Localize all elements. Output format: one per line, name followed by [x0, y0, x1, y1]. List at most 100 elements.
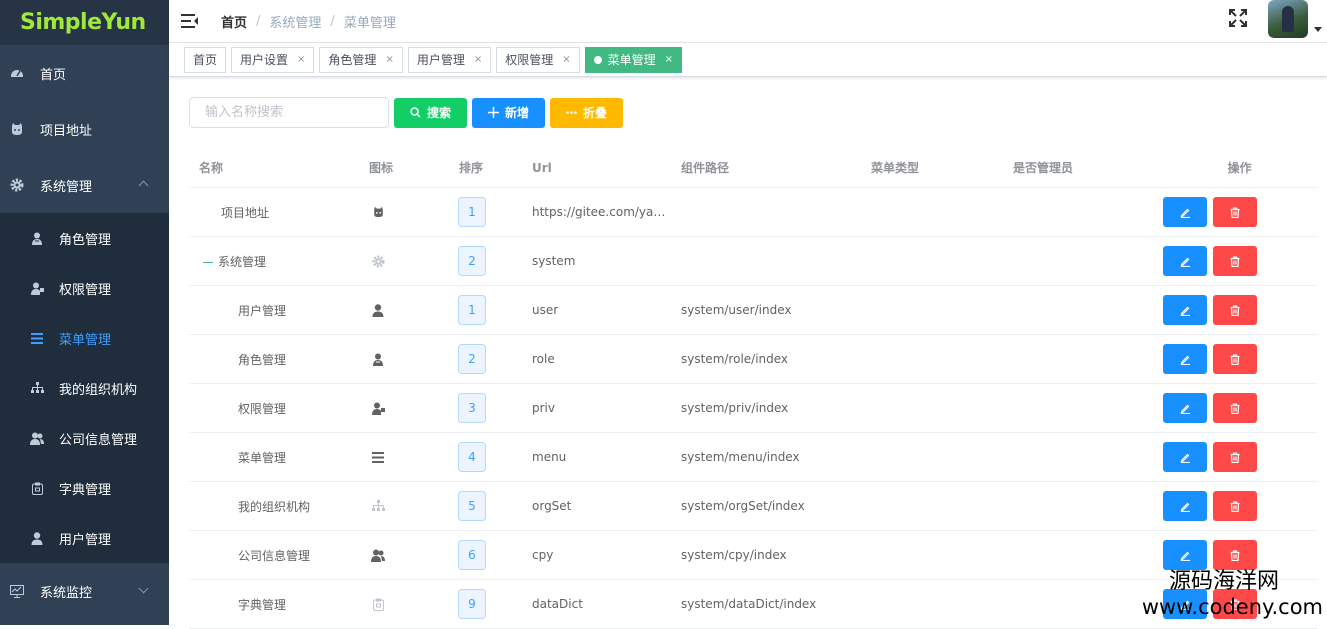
fold-button[interactable]: 折叠 [550, 98, 623, 128]
sidebar-item-project[interactable]: 项目地址 [0, 101, 169, 157]
sort-badge: 3 [458, 393, 486, 423]
collapse-icon[interactable] [203, 262, 213, 263]
cell-icon [359, 597, 449, 611]
delete-button[interactable] [1213, 589, 1257, 619]
sidebar-item-permissions[interactable]: 权限管理 [0, 263, 169, 313]
delete-button[interactable] [1213, 295, 1257, 325]
search-input[interactable] [189, 97, 389, 128]
cell-sort: 1 [449, 295, 522, 325]
edit-button[interactable] [1163, 246, 1207, 276]
tag-menus[interactable]: 菜单管理 × [585, 47, 682, 73]
table-row[interactable]: 用户管理1usersystem/user/index [189, 286, 1317, 335]
cell-path: system/user/index [671, 303, 861, 317]
table-row[interactable]: 我的组织机构5orgSetsystem/orgSet/index [189, 482, 1317, 531]
cell-icon [359, 548, 449, 562]
cell-url: role [522, 352, 671, 366]
table-row[interactable]: 角色管理2rolesystem/role/index [189, 335, 1317, 384]
cell-path: system/menu/index [671, 450, 861, 464]
app-logo[interactable]: SimpleYun [0, 0, 169, 45]
table-row[interactable]: 公司信息管理6cpysystem/cpy/index [189, 531, 1317, 580]
navbar: 首页 / 系统管理 / 菜单管理 [169, 0, 1327, 43]
edit-icon [1180, 550, 1191, 561]
table-row[interactable]: 菜单管理4menusystem/menu/index [189, 433, 1317, 482]
avatar[interactable] [1268, 0, 1308, 38]
tag-label: 菜单管理 [608, 51, 656, 68]
hamburger-icon[interactable] [181, 14, 199, 28]
sidebar-item-users[interactable]: 用户管理 [0, 513, 169, 563]
sidebar-item-label: 首页 [40, 64, 66, 83]
sidebar-item-company[interactable]: 公司信息管理 [0, 413, 169, 463]
menu-name: 角色管理 [238, 353, 286, 367]
edit-button[interactable] [1163, 442, 1207, 472]
header-ops: 操作 [1163, 159, 1316, 176]
cell-path: system/cpy/index [671, 548, 861, 562]
github-icon [10, 122, 24, 136]
trash-icon [1230, 452, 1240, 463]
table-row[interactable]: 项目地址1https://gitee.com/yan... [189, 188, 1317, 237]
header-name: 名称 [189, 159, 359, 176]
menu-name: 字典管理 [238, 598, 286, 612]
edit-button[interactable] [1163, 344, 1207, 374]
table-row[interactable]: 权限管理3privsystem/priv/index [189, 384, 1317, 433]
sidebar-item-org[interactable]: 我的组织机构 [0, 363, 169, 413]
cell-sort: 1 [449, 197, 522, 227]
permission-icon [30, 281, 44, 295]
sidebar-item-dict[interactable]: 字典管理 [0, 463, 169, 513]
close-icon[interactable]: × [474, 54, 482, 65]
delete-button[interactable] [1213, 540, 1257, 570]
role-icon [30, 231, 44, 245]
search-button-label: 搜索 [427, 104, 451, 121]
more-icon [566, 111, 577, 114]
edit-button[interactable] [1163, 295, 1207, 325]
cell-path: system/orgSet/index [671, 499, 861, 513]
cell-icon [359, 450, 449, 464]
delete-button[interactable] [1213, 246, 1257, 276]
cell-name: 系统管理 [189, 253, 359, 270]
sort-badge: 1 [458, 295, 486, 325]
edit-button[interactable] [1163, 540, 1207, 570]
sidebar-item-monitor[interactable]: 系统监控 [0, 563, 169, 619]
close-icon[interactable]: × [385, 54, 393, 65]
menu-name: 系统管理 [218, 255, 266, 269]
tag-user-settings[interactable]: 用户设置 × [231, 47, 314, 73]
menu-list-icon [30, 331, 44, 345]
breadcrumb-separator: / [330, 14, 334, 29]
delete-button[interactable] [1213, 197, 1257, 227]
delete-button[interactable] [1213, 442, 1257, 472]
header-type: 菜单类型 [861, 159, 1003, 176]
edit-button[interactable] [1163, 589, 1207, 619]
fold-button-label: 折叠 [583, 104, 607, 121]
delete-button[interactable] [1213, 491, 1257, 521]
add-button[interactable]: 新增 [472, 98, 545, 128]
delete-button[interactable] [1213, 344, 1257, 374]
edit-button[interactable] [1163, 393, 1207, 423]
search-button[interactable]: 搜索 [394, 98, 467, 128]
close-icon[interactable]: × [297, 54, 305, 65]
tag-home[interactable]: 首页 [184, 47, 226, 73]
tag-permissions[interactable]: 权限管理 × [496, 47, 579, 73]
edit-button[interactable] [1163, 197, 1207, 227]
caret-down-icon[interactable] [1314, 27, 1322, 32]
table-row[interactable]: 字典管理9dataDictsystem/dataDict/index [189, 580, 1317, 629]
fullscreen-icon[interactable] [1229, 9, 1247, 27]
edit-button[interactable] [1163, 491, 1207, 521]
close-icon[interactable]: × [562, 54, 570, 65]
edit-icon [1180, 599, 1191, 610]
sidebar-item-label: 字典管理 [59, 479, 111, 498]
table-row[interactable]: 系统管理2system [189, 237, 1317, 286]
tag-roles[interactable]: 角色管理 × [319, 47, 402, 73]
sidebar-item-system[interactable]: 系统管理 [0, 157, 169, 213]
delete-button[interactable] [1213, 393, 1257, 423]
sidebar-item-menus[interactable]: 菜单管理 [0, 313, 169, 363]
sidebar-item-roles[interactable]: 角色管理 [0, 213, 169, 263]
tag-users[interactable]: 用户管理 × [408, 47, 491, 73]
close-icon[interactable]: × [665, 54, 673, 65]
sidebar-item-label: 公司信息管理 [59, 429, 137, 448]
cell-icon [359, 254, 449, 268]
breadcrumb-item-home[interactable]: 首页 [221, 12, 247, 31]
submenu-system: 角色管理 权限管理 菜单管理 我的组织机构 公司信息管理 [0, 213, 169, 563]
plus-icon [488, 107, 499, 118]
menu-table: 名称 图标 排序 Url 组件路径 菜单类型 是否管理员 操作 项目地址1htt… [189, 148, 1317, 629]
cell-icon [359, 205, 449, 219]
sidebar-item-home[interactable]: 首页 [0, 45, 169, 101]
